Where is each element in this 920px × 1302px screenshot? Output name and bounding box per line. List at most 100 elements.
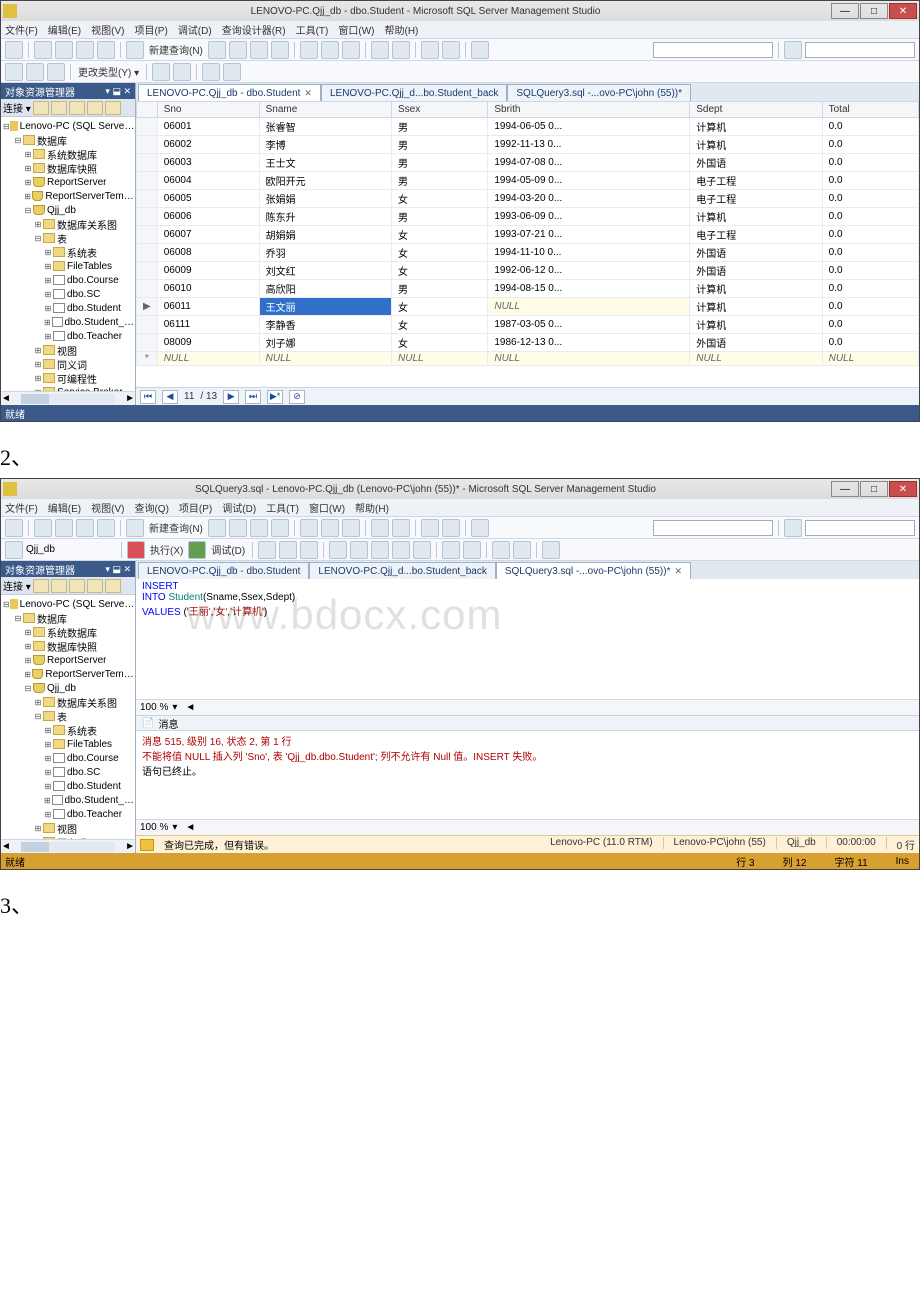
- expander-icon[interactable]: ⊞: [43, 304, 53, 313]
- execute-button[interactable]: 执行(X): [148, 542, 185, 557]
- new-query-icon[interactable]: [126, 41, 144, 59]
- messages-panel[interactable]: 消息 515, 级别 16, 状态 2, 第 1 行不能将值 NULL 插入列 …: [136, 731, 919, 819]
- cell[interactable]: 刘子娜: [259, 334, 391, 352]
- tree-node[interactable]: ⊞dbo.SC: [1, 287, 135, 301]
- play-icon[interactable]: [471, 519, 489, 537]
- cell[interactable]: 0.0: [822, 154, 918, 172]
- expander-icon[interactable]: ⊞: [43, 262, 53, 271]
- oe-icon-4[interactable]: [87, 101, 103, 115]
- new-project-icon[interactable]: [34, 41, 52, 59]
- cell[interactable]: 电子工程: [690, 226, 822, 244]
- cell[interactable]: 女: [392, 298, 488, 316]
- tree-node[interactable]: ⊞同义词: [1, 357, 135, 371]
- oe-icon-3[interactable]: [69, 579, 85, 593]
- expander-icon[interactable]: ⊞: [43, 332, 53, 341]
- nav-last-icon[interactable]: ⏭: [245, 390, 261, 404]
- row-header[interactable]: [137, 190, 158, 208]
- row-header[interactable]: [137, 172, 158, 190]
- tree-node[interactable]: ⊞视图: [1, 821, 135, 835]
- specify-values-icon[interactable]: [542, 541, 560, 559]
- tb-icon-5[interactable]: [421, 41, 439, 59]
- tree-node[interactable]: ⊟Lenovo-PC (SQL Server 11.0.2100 - Le: [1, 597, 135, 611]
- cell[interactable]: 男: [392, 154, 488, 172]
- menu-item[interactable]: 编辑(E): [48, 22, 81, 37]
- addtable-icon[interactable]: [202, 63, 220, 81]
- cut-icon[interactable]: [300, 41, 318, 59]
- tree-node[interactable]: ⊟数据库: [1, 611, 135, 625]
- cell[interactable]: NULL: [822, 352, 918, 366]
- cell[interactable]: 0.0: [822, 226, 918, 244]
- new-query-button[interactable]: 新建查询(N): [147, 42, 205, 57]
- cell[interactable]: 06007: [157, 226, 259, 244]
- cell[interactable]: 0.0: [822, 298, 918, 316]
- cell[interactable]: 1994-06-05 0...: [488, 118, 690, 136]
- expander-icon[interactable]: ⊞: [23, 628, 33, 637]
- maximize-button[interactable]: □: [860, 3, 888, 19]
- menu-item[interactable]: 工具(T): [296, 22, 329, 37]
- cell[interactable]: 男: [392, 280, 488, 298]
- open-icon[interactable]: [55, 519, 73, 537]
- cell[interactable]: 计算机: [690, 298, 822, 316]
- cell[interactable]: 0.0: [822, 280, 918, 298]
- messages-tab[interactable]: 📄 消息: [136, 715, 919, 731]
- new-query-icon[interactable]: [126, 519, 144, 537]
- save-icon[interactable]: [76, 519, 94, 537]
- tree-node[interactable]: ⊞ReportServerTempDB: [1, 667, 135, 681]
- cell[interactable]: 06003: [157, 154, 259, 172]
- sql-editor[interactable]: www.bdocx.com INSERTINTO Student(Sname,S…: [136, 579, 919, 699]
- menu-item[interactable]: 项目(P): [179, 500, 212, 515]
- row-header[interactable]: [137, 316, 158, 334]
- expander-icon[interactable]: ⊞: [43, 276, 53, 285]
- cell[interactable]: NULL: [259, 352, 391, 366]
- minimize-button[interactable]: —: [831, 3, 859, 19]
- row-header[interactable]: [137, 244, 158, 262]
- cell[interactable]: 男: [392, 208, 488, 226]
- menu-item[interactable]: 窗口(W): [309, 500, 345, 515]
- tree-node[interactable]: ⊞可编程性: [1, 371, 135, 385]
- menu-item[interactable]: 视图(V): [91, 500, 124, 515]
- cell[interactable]: 张娟娟: [259, 190, 391, 208]
- table-row[interactable]: ▶06011王文丽女NULL计算机0.0: [137, 298, 919, 316]
- connect-dropdown[interactable]: 连接 ▾: [3, 578, 31, 593]
- tree-node[interactable]: ⊟数据库: [1, 133, 135, 147]
- expander-icon[interactable]: ⊞: [33, 698, 43, 707]
- cell[interactable]: 1992-11-13 0...: [488, 136, 690, 154]
- column-header[interactable]: Total: [822, 102, 918, 118]
- menu-item[interactable]: 文件(F): [5, 22, 38, 37]
- comment-icon[interactable]: [442, 541, 460, 559]
- table-row[interactable]: 06010高欣阳男1994-08-15 0...计算机0.0: [137, 280, 919, 298]
- cell[interactable]: 刘文红: [259, 262, 391, 280]
- cell[interactable]: 0.0: [822, 244, 918, 262]
- row-header[interactable]: [137, 262, 158, 280]
- table-row[interactable]: 06006陈东升男1993-06-09 0...计算机0.0: [137, 208, 919, 226]
- oe-icon-5[interactable]: [105, 579, 121, 593]
- tree-node[interactable]: ⊞数据库快照: [1, 161, 135, 175]
- document-tab[interactable]: LENOVO-PC.Qjj_db - dbo.Student: [138, 562, 309, 579]
- cell[interactable]: 女: [392, 316, 488, 334]
- execute-icon[interactable]: [127, 541, 145, 559]
- table-row[interactable]: 06007胡娟娟女1993-07-21 0...电子工程0.0: [137, 226, 919, 244]
- horizontal-scrollbar[interactable]: ◄►: [1, 391, 135, 405]
- cell[interactable]: 06011: [157, 298, 259, 316]
- tree-node[interactable]: ⊞数据库关系图: [1, 695, 135, 709]
- stop-icon[interactable]: [258, 541, 276, 559]
- cell[interactable]: 0.0: [822, 190, 918, 208]
- expander-icon[interactable]: ⊞: [43, 754, 53, 763]
- cell[interactable]: 1986-12-13 0...: [488, 334, 690, 352]
- menu-item[interactable]: 查询设计器(R): [222, 22, 286, 37]
- nav-cancel-icon[interactable]: ⊘: [289, 390, 305, 404]
- cell[interactable]: 胡娟娟: [259, 226, 391, 244]
- document-tab[interactable]: LENOVO-PC.Qjj_db - dbo.Student✕: [138, 84, 321, 101]
- cell[interactable]: 电子工程: [690, 172, 822, 190]
- tree-node[interactable]: ⊞dbo.Course: [1, 273, 135, 287]
- cell[interactable]: 1994-07-08 0...: [488, 154, 690, 172]
- menu-item[interactable]: 帮助(H): [384, 22, 418, 37]
- tree-node[interactable]: ⊞dbo.SC: [1, 765, 135, 779]
- connect-dropdown[interactable]: 连接 ▾: [3, 100, 31, 115]
- cell[interactable]: 1994-11-10 0...: [488, 244, 690, 262]
- expander-icon[interactable]: ⊟: [33, 712, 43, 721]
- menu-item[interactable]: 编辑(E): [48, 500, 81, 515]
- expander-icon[interactable]: ⊞: [23, 670, 32, 679]
- menu-item[interactable]: 项目(P): [134, 22, 167, 37]
- tree-node[interactable]: ⊞数据库关系图: [1, 217, 135, 231]
